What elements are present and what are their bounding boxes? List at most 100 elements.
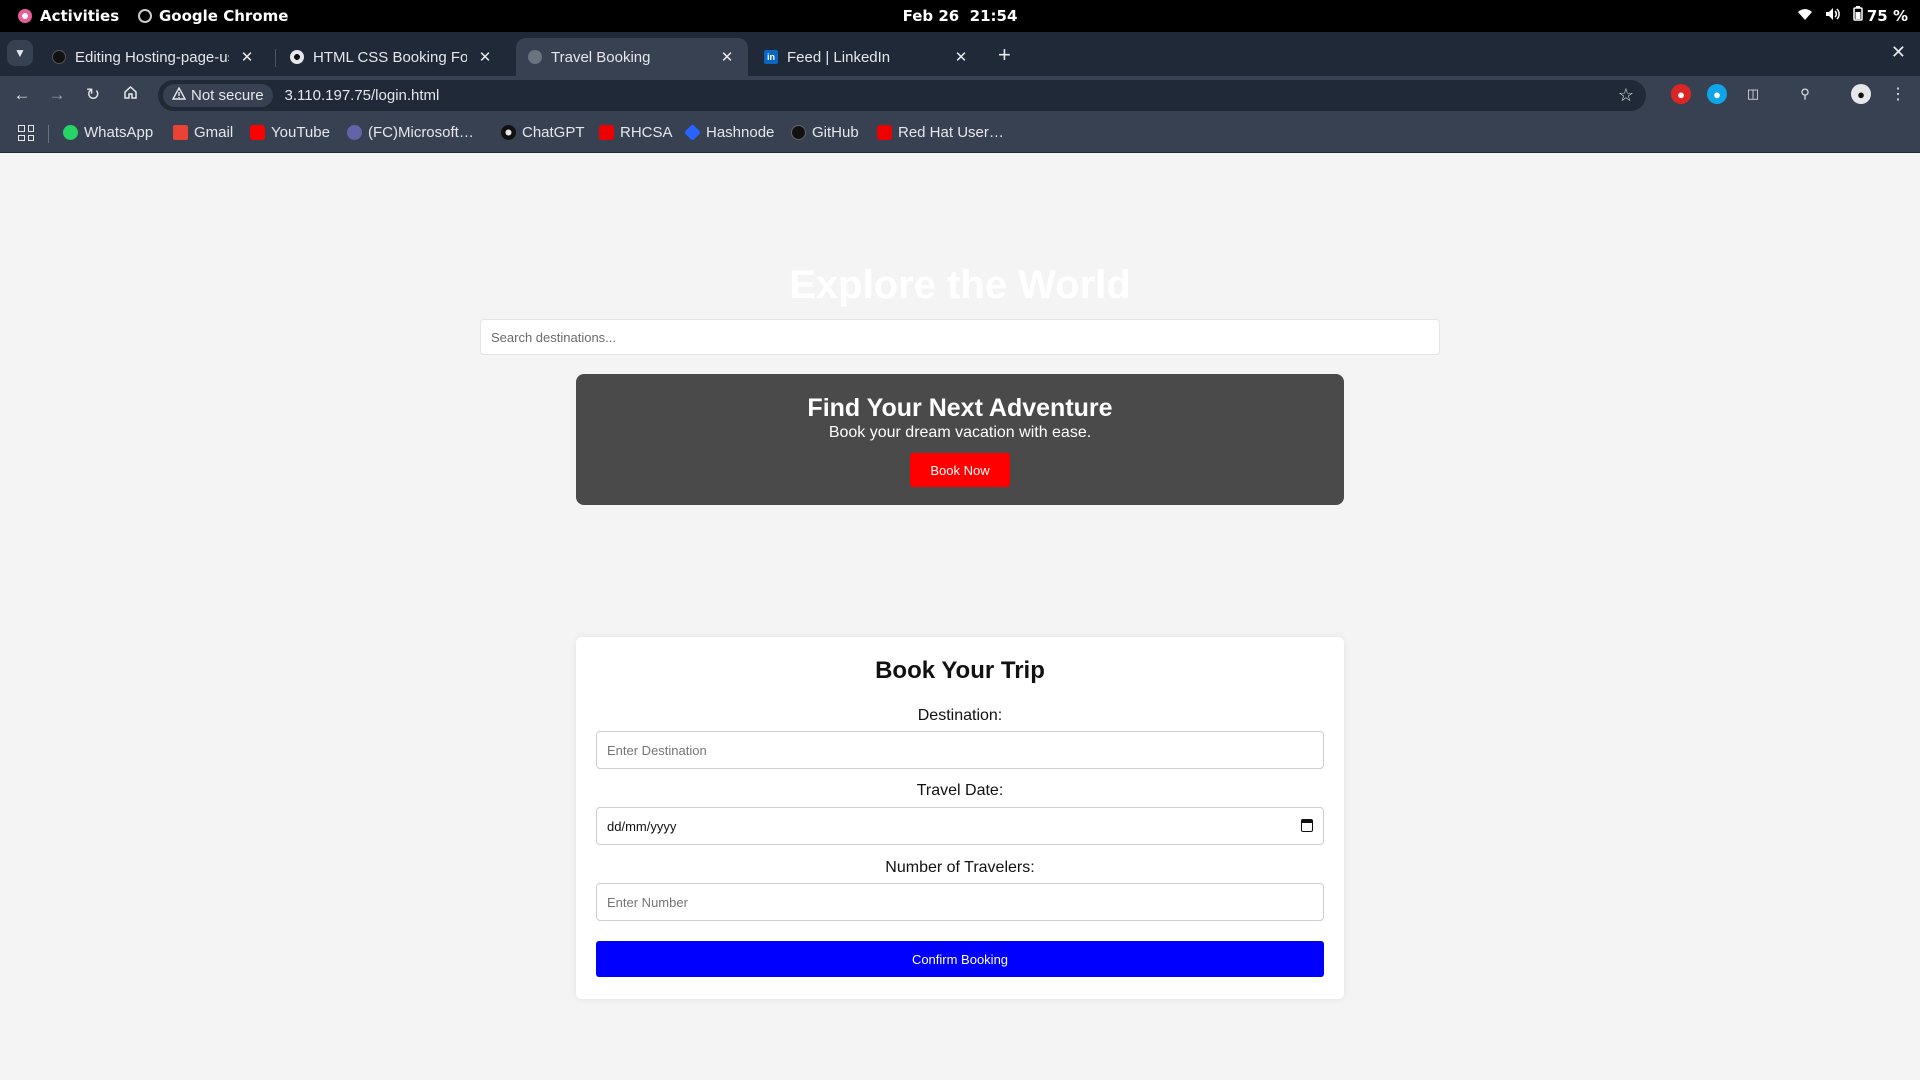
- bookmark-gmail[interactable]: Gmail: [173, 124, 233, 141]
- url-text: 3.110.197.75/login.html: [284, 87, 440, 104]
- youtube-icon: [250, 125, 265, 140]
- extensions-puzzle-icon[interactable]: ◫: [1743, 84, 1763, 104]
- bookmark-rhcsa[interactable]: RHCSA: [599, 124, 673, 141]
- activities-button[interactable]: Activities: [18, 7, 119, 25]
- confirm-booking-button[interactable]: Confirm Booking: [596, 941, 1324, 977]
- destination-input[interactable]: [596, 731, 1324, 769]
- github-icon: [52, 50, 66, 64]
- bookmark-label: Hashnode: [706, 124, 775, 141]
- activities-label: Activities: [40, 7, 120, 25]
- tab-title: HTML CSS Booking Form: [313, 48, 467, 66]
- bookmark-label: GitHub: [812, 124, 859, 141]
- linkedin-icon: in: [764, 50, 778, 64]
- tab-html-css-booking[interactable]: HTML CSS Booking Form ✕: [278, 38, 506, 76]
- window-close-button[interactable]: ✕: [1891, 42, 1906, 63]
- travelers-input[interactable]: [596, 883, 1324, 921]
- warning-icon: [171, 86, 187, 104]
- bookmark-chatgpt[interactable]: ChatGPT: [501, 124, 585, 141]
- system-tray[interactable]: 75 %: [1797, 6, 1908, 25]
- tab-travel-booking[interactable]: Travel Booking ✕: [516, 38, 748, 76]
- destination-label: Destination:: [917, 707, 1003, 724]
- promo-banner: Find Your Next Adventure Book your dream…: [576, 374, 1344, 505]
- volume-icon: [1825, 7, 1841, 25]
- banner-heading: Find Your Next Adventure: [807, 394, 1113, 422]
- tab-editing-hosting[interactable]: Editing Hosting-page-us ✕: [40, 38, 268, 76]
- bookmarks-divider: [48, 125, 49, 143]
- travel-date-input[interactable]: dd/mm/yyyy: [596, 807, 1324, 845]
- travel-date-label: Travel Date:: [916, 782, 1004, 799]
- date: Feb 26: [902, 7, 960, 25]
- wifi-icon: [1797, 7, 1813, 25]
- forward-button[interactable]: →: [45, 83, 69, 107]
- bookmark-label: Red Hat User…: [898, 124, 1004, 141]
- chevron-down-icon: ▼: [14, 46, 26, 60]
- tab-title: Travel Booking: [551, 48, 651, 66]
- globe-icon: [528, 50, 542, 64]
- browser-toolbar: ← → ↻ Not secure 3.110.197.75/login.html…: [0, 76, 1920, 114]
- time: 21:54: [969, 7, 1018, 25]
- arrow-right-icon: →: [48, 85, 66, 104]
- hashnode-icon: [684, 124, 701, 141]
- tab-title: Feed | LinkedIn: [787, 48, 891, 66]
- password-key-icon[interactable]: ⚲: [1795, 84, 1815, 104]
- close-icon[interactable]: ✕: [718, 48, 736, 66]
- teams-icon: [347, 125, 362, 140]
- reload-icon: ↻: [85, 85, 101, 104]
- extension-blue-icon[interactable]: ●: [1707, 84, 1727, 104]
- bookmark-microsoft[interactable]: (FC)Microsoft…: [347, 124, 474, 141]
- chatgpt-icon: [290, 50, 304, 64]
- profile-avatar[interactable]: ●: [1851, 84, 1871, 104]
- youtube-icon: [877, 125, 892, 140]
- banner-subtext: Book your dream vacation with ease.: [828, 424, 1092, 441]
- bookmark-label: WhatsApp: [84, 124, 154, 141]
- security-chip[interactable]: Not secure: [163, 84, 273, 107]
- bookmark-redhat[interactable]: Red Hat User…: [877, 124, 1004, 141]
- page-viewport: Explore the World Find Your Next Adventu…: [0, 153, 1920, 1080]
- form-title: Book Your Trip: [875, 657, 1045, 684]
- tab-strip: ▼ Editing Hosting-page-us ✕ HTML CSS Boo…: [0, 32, 1920, 76]
- bookmarks-bar: WhatsApp Gmail YouTube (FC)Microsoft… Ch…: [0, 114, 1920, 153]
- chrome-icon: [138, 9, 152, 23]
- clock-button[interactable]: Feb 26 21:54: [903, 7, 1018, 25]
- bookmark-label: Gmail: [194, 124, 234, 141]
- reload-button[interactable]: ↻: [81, 83, 105, 107]
- battery-indicator: 75 %: [1853, 6, 1908, 25]
- calendar-icon[interactable]: [1301, 819, 1313, 832]
- tab-linkedin-feed[interactable]: in Feed | LinkedIn ✕: [752, 38, 982, 76]
- apps-grid-icon[interactable]: [18, 125, 34, 141]
- bookmark-hashnode[interactable]: Hashnode: [684, 124, 775, 141]
- bookmark-whatsapp[interactable]: WhatsApp: [63, 124, 153, 141]
- bookmark-star-icon[interactable]: ☆: [1618, 85, 1634, 106]
- back-button[interactable]: ←: [10, 83, 34, 107]
- new-tab-button[interactable]: +: [998, 42, 1011, 68]
- bookmark-label: YouTube: [271, 124, 330, 141]
- travelers-label: Number of Travelers:: [885, 859, 1035, 876]
- date-placeholder: dd/mm/yyyy: [607, 818, 677, 834]
- tab-divider: [275, 49, 276, 67]
- close-icon: ✕: [1890, 42, 1906, 62]
- youtube-icon: [599, 125, 614, 140]
- menu-kebab-icon[interactable]: ⋮: [1888, 84, 1908, 104]
- search-input[interactable]: [480, 319, 1440, 355]
- booking-form: Book Your Trip Destination: Travel Date:…: [576, 637, 1344, 999]
- tab-title: Editing Hosting-page-us: [75, 48, 229, 66]
- address-bar[interactable]: Not secure 3.110.197.75/login.html ☆: [158, 80, 1646, 111]
- app-menu[interactable]: Google Chrome: [138, 7, 288, 25]
- bookmark-label: RHCSA: [620, 124, 673, 141]
- bookmark-github[interactable]: GitHub: [791, 124, 859, 141]
- book-now-button[interactable]: Book Now: [910, 453, 1010, 487]
- close-icon[interactable]: ✕: [952, 48, 970, 66]
- github-icon: [791, 125, 806, 140]
- close-icon[interactable]: ✕: [476, 48, 494, 66]
- extension-red-icon[interactable]: ●: [1671, 84, 1691, 104]
- bookmark-youtube[interactable]: YouTube: [250, 124, 330, 141]
- home-button[interactable]: [118, 83, 142, 107]
- security-label: Not secure: [191, 87, 264, 104]
- bookmark-label: (FC)Microsoft…: [368, 124, 474, 141]
- home-icon: [123, 85, 138, 105]
- hero-title: Explore the World: [789, 263, 1131, 307]
- system-top-bar: Activities Google Chrome Feb 26 21:54 75…: [0, 0, 1920, 32]
- close-icon[interactable]: ✕: [238, 48, 256, 66]
- bookmark-label: ChatGPT: [522, 124, 585, 141]
- tab-search-button[interactable]: ▼: [7, 40, 33, 66]
